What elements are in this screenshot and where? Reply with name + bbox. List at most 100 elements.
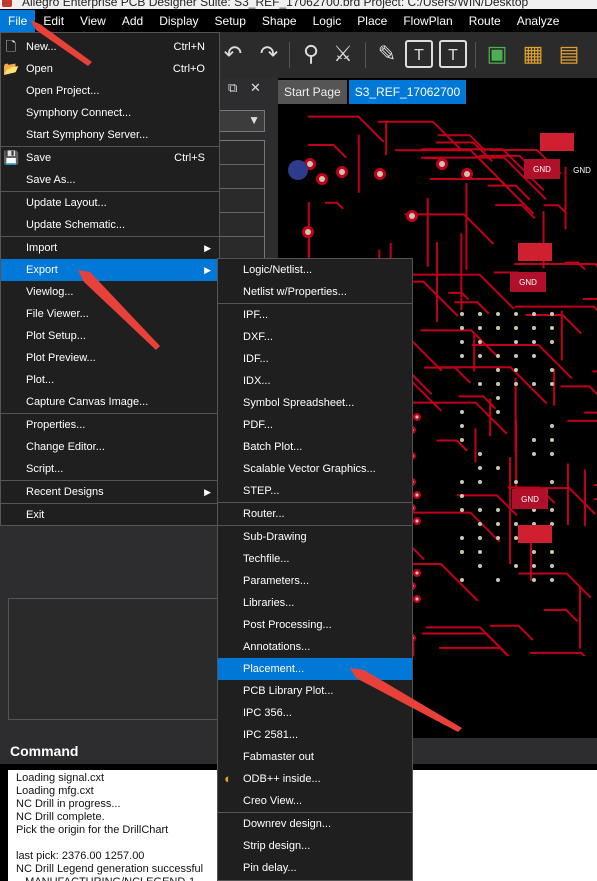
tab-start-page[interactable]: Start Page [278,80,347,104]
tab-strip: Start Page S3_REF_17062700 [278,80,468,104]
export-menu-item-dxf[interactable]: DXF... [218,326,412,348]
file-menu-item-open-project[interactable]: Open Project... [1,80,219,102]
save-icon: 💾 [3,150,20,165]
file-menu-item-start-symphony-server[interactable]: Start Symphony Server... [1,124,219,146]
file-menu-item-plot-preview[interactable]: Plot Preview... [1,347,219,369]
menu-flowplan[interactable]: FlowPlan [395,10,460,32]
file-menu-item-open[interactable]: 📂 Open Ctrl+O [1,58,219,80]
file-menu-item-file-viewer[interactable]: File Viewer... [1,303,219,325]
menu-shape[interactable]: Shape [254,10,305,32]
package-icon[interactable]: ▤ [555,40,583,68]
redo-icon[interactable]: ↷ [255,40,283,68]
menu-item-label: Batch Plot... [243,441,303,453]
menu-place[interactable]: Place [349,10,395,32]
file-menu-item-plot-setup[interactable]: Plot Setup... [1,325,219,347]
file-menu-item-capture-canvas-image[interactable]: Capture Canvas Image... [1,391,219,413]
file-menu-item-change-editor[interactable]: Change Editor... [1,436,219,458]
close-icon[interactable]: ✕ [250,80,261,96]
file-menu-item-update-layout[interactable]: Update Layout... [1,192,219,214]
file-menu-item-properties[interactable]: Properties... [1,414,219,436]
menu-item-label: Save As... [26,174,76,186]
export-menu-item-pcb-library-plot[interactable]: PCB Library Plot... [218,680,412,702]
undo-icon[interactable]: ↶ [219,40,247,68]
file-menu-item-update-schematic[interactable]: Update Schematic... [1,214,219,236]
menu-item-label: Strip design... [243,840,311,852]
file-menu-item-plot[interactable]: Plot... [1,369,219,391]
menu-item-label: Plot... [26,374,55,386]
menu-display[interactable]: Display [151,10,206,32]
menu-logic[interactable]: Logic [305,10,350,32]
file-menu-item-symphony-connect[interactable]: Symphony Connect... [1,102,219,124]
file-menu-item-exit[interactable]: Exit [1,504,219,526]
app-icon [2,0,12,7]
export-submenu: Logic/Netlist... Netlist w/Properties... I… [217,258,413,881]
export-menu-item-step[interactable]: STEP... [218,480,412,502]
export-menu-item-scalable-vector-graphics[interactable]: Scalable Vector Graphics... [218,458,412,480]
export-menu-item-sub-drawing[interactable]: Sub-Drawing [218,526,412,548]
toolbar: ↶ ↷ ⚲ ⚔ ✎ T T ▣ ▦ ▤ [219,32,597,78]
menu-item-label: STEP... [243,485,280,497]
menu-add[interactable]: Add [114,10,151,32]
export-menu-item-idf[interactable]: IDF... [218,348,412,370]
menu-item-label: Recent Designs [26,486,104,498]
menu-item-label: Export [26,264,58,276]
add-text-icon[interactable]: T [405,40,433,68]
menu-route[interactable]: Route [461,10,509,32]
file-menu-item-save-as[interactable]: Save As... [1,169,219,191]
menu-item-label: Change Editor... [26,441,105,453]
file-menu-item-new[interactable]: 🗋 New... Ctrl+N [1,36,219,58]
export-menu-item-odb++-inside[interactable]: ◐ ODB++ inside... [218,768,412,790]
file-menu-item-export[interactable]: Export ▶ [1,259,219,281]
menu-edit[interactable]: Edit [35,10,72,32]
menu-item-label: File Viewer... [26,308,89,320]
export-menu-item-post-processing[interactable]: Post Processing... [218,614,412,636]
file-menu-item-import[interactable]: Import ▶ [1,237,219,259]
tab-design[interactable]: S3_REF_17062700 [348,80,467,104]
add-line-icon[interactable]: ✎ [373,40,401,68]
export-menu-item-parameters[interactable]: Parameters... [218,570,412,592]
title-bar: Allegro Enterprise PCB Designer Suite: S… [0,0,597,9]
file-menu-item-viewlog[interactable]: Viewlog... [1,281,219,303]
file-menu-item-recent-designs[interactable]: Recent Designs ▶ [1,481,219,503]
menu-item-label: Properties... [26,419,86,431]
panel-dropdown[interactable]: ▼ [219,110,265,132]
menu-file[interactable]: File [0,10,36,32]
restore-icon[interactable]: ⧉ [228,80,237,96]
export-menu-item-strip-design[interactable]: Strip design... [218,835,412,857]
export-menu-item-ipc-356[interactable]: IPC 356... [218,702,412,724]
export-menu-item-pin-delay[interactable]: Pin delay... [218,857,412,879]
export-menu-item-symbol-spreadsheet[interactable]: Symbol Spreadsheet... [218,392,412,414]
component-icon[interactable]: ▣ [483,40,511,68]
file-menu-item-save[interactable]: 💾 Save Ctrl+S [1,147,219,169]
file-menu-item-script[interactable]: Script... [1,458,219,480]
export-menu-item-idx[interactable]: IDX... [218,370,412,392]
new-file-icon: 🗋 [5,39,17,54]
pin-icon[interactable]: ⚲ [297,40,325,68]
menu-setup[interactable]: Setup [207,10,254,32]
folder-icon: 📂 [3,61,20,76]
export-menu-item-placement[interactable]: Placement... [218,658,412,680]
export-menu-item-ipc-2581[interactable]: IPC 2581... [218,724,412,746]
export-menu-item-pdf[interactable]: PDF... [218,414,412,436]
menu-view[interactable]: View [72,10,114,32]
menu-analyze[interactable]: Analyze [509,10,568,32]
export-menu-item-libraries[interactable]: Libraries... [218,592,412,614]
menu-item-label: IDF... [243,353,269,365]
export-menu-item-netlist-w-properties[interactable]: Netlist w/Properties... [218,281,412,303]
menu-item-label: Fabmaster out [243,751,314,763]
menu-item-label: PDF... [243,419,273,431]
export-menu-item-router[interactable]: Router... [218,503,412,525]
menu-item-label: Capture Canvas Image... [26,396,149,408]
export-menu-item-annotations[interactable]: Annotations... [218,636,412,658]
export-menu-item-creo-view[interactable]: Creo View... [218,790,412,812]
edit-text-icon[interactable]: T [439,40,467,68]
chip-icon[interactable]: ▦ [519,40,547,68]
export-menu-item-logic-netlist[interactable]: Logic/Netlist... [218,259,412,281]
menu-item-label: Router... [243,508,285,520]
export-menu-item-techfile[interactable]: Techfile... [218,548,412,570]
export-menu-item-fabmaster-out[interactable]: Fabmaster out [218,746,412,768]
export-menu-item-batch-plot[interactable]: Batch Plot... [218,436,412,458]
export-menu-item-ipf[interactable]: IPF... [218,304,412,326]
unpin-icon[interactable]: ⚔ [329,40,357,68]
export-menu-item-downrev-design[interactable]: Downrev design... [218,813,412,835]
